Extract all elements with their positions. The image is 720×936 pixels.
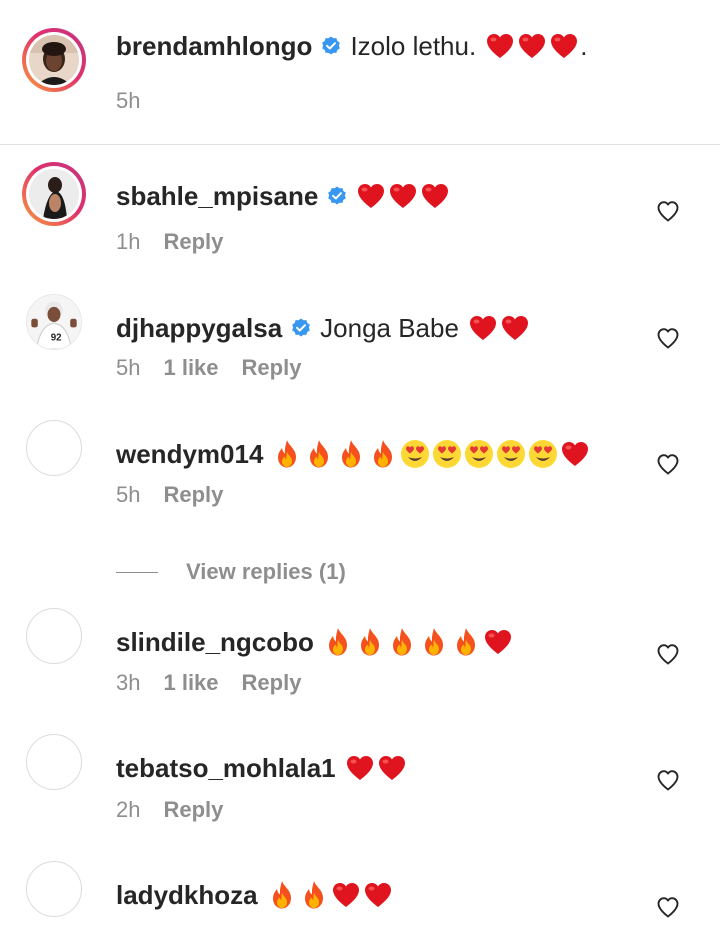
heart-eyes-emoji-icon [431, 438, 463, 470]
emoji-group [355, 180, 451, 212]
emoji-group [344, 752, 408, 784]
heart-emoji-icon [419, 180, 451, 212]
avatar[interactable] [26, 861, 82, 917]
reply-button[interactable]: Reply [163, 797, 223, 823]
username[interactable]: slindile_ngcobo [116, 627, 314, 658]
heart-emoji-icon [330, 879, 362, 911]
divider [0, 144, 720, 145]
fire-emoji-icon [367, 438, 399, 470]
heart-emoji-icon [467, 312, 499, 344]
fire-emoji-icon [386, 626, 418, 658]
reply-button[interactable]: Reply [163, 482, 223, 508]
fire-emoji-icon [271, 438, 303, 470]
heart-outline-icon[interactable] [655, 325, 681, 351]
timestamp: 5h [116, 355, 141, 380]
timestamp: 2h [116, 797, 141, 822]
username[interactable]: ladydkhoza [116, 880, 258, 911]
fire-emoji-icon [298, 879, 330, 911]
reply-button[interactable]: Reply [242, 670, 302, 696]
reply-button[interactable]: Reply [163, 229, 223, 255]
heart-eyes-emoji-icon [463, 438, 495, 470]
like-count[interactable]: 1 like [163, 670, 218, 696]
timestamp: 5h [116, 482, 141, 507]
verified-badge-icon [327, 186, 347, 206]
emoji-group [322, 626, 514, 658]
avatar[interactable] [26, 734, 82, 790]
emoji-group [271, 438, 591, 470]
heart-eyes-emoji-icon [495, 438, 527, 470]
heart-outline-icon[interactable] [655, 198, 681, 224]
emoji-group [484, 30, 580, 62]
heart-emoji-icon [344, 752, 376, 784]
avatar[interactable] [22, 162, 86, 226]
svg-text:92: 92 [51, 332, 62, 343]
fire-emoji-icon [450, 626, 482, 658]
heart-outline-icon[interactable] [655, 451, 681, 477]
view-replies-label[interactable]: View replies (1) [186, 559, 346, 585]
heart-emoji-icon [559, 438, 591, 470]
heart-emoji-icon [362, 879, 394, 911]
heart-emoji-icon [482, 626, 514, 658]
heart-outline-icon[interactable] [655, 767, 681, 793]
heart-emoji-icon [516, 30, 548, 62]
timestamp: 1h [116, 229, 141, 254]
username[interactable]: tebatso_mohlala1 [116, 753, 336, 784]
view-replies-link[interactable]: View replies (1) [116, 556, 346, 588]
fire-emoji-icon [418, 626, 450, 658]
fire-emoji-icon [266, 879, 298, 911]
verified-badge-icon [321, 36, 341, 56]
emoji-group [266, 879, 394, 911]
heart-emoji-icon [355, 180, 387, 212]
avatar[interactable]: 92 [26, 294, 82, 350]
fire-emoji-icon [354, 626, 386, 658]
heart-emoji-icon [376, 752, 408, 784]
avatar[interactable] [26, 608, 82, 664]
heart-emoji-icon [484, 30, 516, 62]
comment-text: Izolo lethu. [350, 30, 477, 61]
avatar[interactable] [22, 28, 86, 92]
heart-outline-icon[interactable] [655, 894, 681, 920]
emoji-group [467, 312, 531, 344]
username[interactable]: wendym014 [116, 439, 263, 470]
username[interactable]: brendamhlongo [116, 31, 312, 62]
fire-emoji-icon [335, 438, 367, 470]
heart-emoji-icon [499, 312, 531, 344]
timestamp: 3h [116, 670, 141, 695]
heart-eyes-emoji-icon [399, 438, 431, 470]
reply-button[interactable]: Reply [242, 355, 302, 381]
comment-text: Jonga Babe [320, 312, 459, 343]
heart-eyes-emoji-icon [527, 438, 559, 470]
timestamp: 5h [116, 88, 141, 113]
fire-emoji-icon [303, 438, 335, 470]
verified-badge-icon [291, 318, 311, 338]
heart-emoji-icon [387, 180, 419, 212]
heart-emoji-icon [548, 30, 580, 62]
fire-emoji-icon [322, 626, 354, 658]
caption-suffix: . [580, 30, 588, 61]
like-count[interactable]: 1 like [163, 355, 218, 381]
heart-outline-icon[interactable] [655, 641, 681, 667]
avatar[interactable] [26, 420, 82, 476]
username[interactable]: djhappygalsa [116, 313, 282, 344]
username[interactable]: sbahle_mpisane [116, 181, 318, 212]
divider-dash [116, 571, 158, 573]
